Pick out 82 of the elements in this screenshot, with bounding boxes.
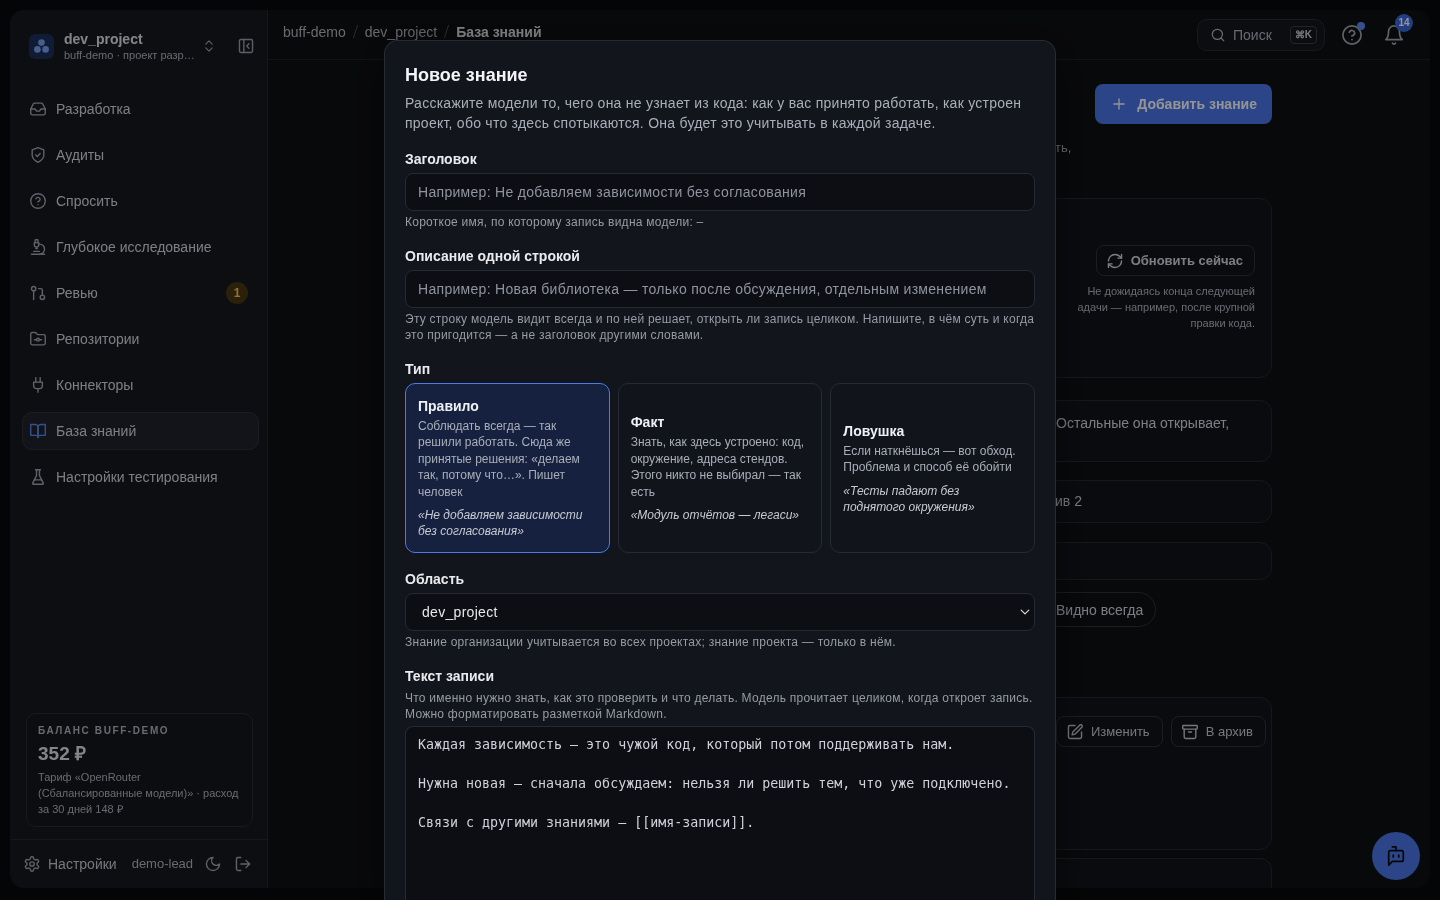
modal-title: Новое знание	[405, 64, 529, 87]
shortcut-key: ⌘K	[1289, 25, 1317, 44]
help-text: Не дожидаясь конца следующей адачи — например, после крупной правки кода.	[1077, 284, 1255, 331]
field-hint: Знание организации учитывается во всех проектах; знание проекта — только в нём.	[405, 634, 897, 650]
inbox-icon	[30, 101, 46, 117]
bell-icon[interactable]	[1384, 24, 1404, 45]
logo-icon[interactable]	[29, 33, 54, 59]
add-knowledge-button[interactable]: Добавить знание	[1095, 84, 1272, 124]
edit-button[interactable]: Изменить	[1056, 716, 1163, 747]
nav-item[interactable]: Разработка	[22, 90, 259, 128]
card-text: Остальные она открывает,	[1056, 414, 1230, 433]
field-label: Описание одной строкой	[405, 247, 580, 266]
archive-icon	[1181, 723, 1198, 740]
gear-icon	[24, 856, 40, 872]
field-label: Заголовок	[405, 150, 477, 169]
breadcrumb-item[interactable]: buff-demo	[283, 23, 346, 40]
project-name[interactable]: dev_project	[64, 30, 192, 48]
balance-title: БАЛАНС BUFF-DEMO	[38, 724, 171, 738]
pen-icon	[1067, 723, 1083, 740]
flask-icon	[30, 469, 46, 485]
nav-item[interactable]: Настройки тестирования	[22, 458, 259, 496]
option-example: «Не добавляем зависимости без согласования»	[418, 507, 584, 540]
option-description: Если наткнёшься — вот обход. Проблема и способ её обойти	[843, 442, 1017, 476]
nav-item[interactable]: Репозитории	[22, 320, 259, 358]
chat-bot-icon	[1386, 846, 1406, 866]
book-icon	[30, 423, 46, 439]
nav-item[interactable]: Коннекторы	[22, 366, 259, 404]
modal-description: Расскажите модели то, чего она не узнает из кода: как у вас принято работать, как устроен проект, обо что здесь спотыкаются. Она будет это учитывать в каждой задаче.	[405, 94, 1023, 133]
refresh-button[interactable]: Обновить сейчас	[1095, 245, 1255, 276]
breadcrumb-item: База знаний	[456, 23, 542, 40]
option-title: Факт	[630, 413, 666, 431]
nav-item[interactable]: Глубокое исследование	[22, 228, 259, 266]
description-text: ть,	[1055, 139, 1072, 157]
nav-item[interactable]: Аудиты	[22, 136, 259, 174]
text-area[interactable]: Каждая зависимость — это чужой код, который потом поддерживать нам. Нужна новая — сначала обсуждаем: нельзя ли решить тем, что уже подключено. Связи с другими знаниями — [[имя-записи]].	[405, 726, 1035, 900]
shield-icon	[30, 147, 46, 163]
text-input[interactable]: Например: Не добавляем зависимости без согласования	[405, 173, 1035, 211]
option-title: Правило	[418, 396, 480, 415]
search-button[interactable]: Поиск ⌘K	[1197, 18, 1325, 51]
archive-button[interactable]: В архив	[1170, 716, 1266, 747]
type-option[interactable]: Факт Знать, как здесь устроено: код, окружение, адреса стендов. Этого никто не выбирал — так есть «Модуль отчётов — легаси»	[617, 383, 823, 553]
nav-item[interactable]: Ревью 1	[22, 274, 259, 312]
field-hint: Что именно нужно знать, как это проверить и что делать. Модель прочитает целиком, когда откроет запись. Можно форматировать разметкой Markdown.	[405, 690, 1034, 722]
refresh-icon	[1106, 252, 1123, 269]
option-example: «Тесты падают без поднятого окружения»	[843, 482, 976, 515]
plus-icon	[1111, 96, 1128, 112]
help-icon[interactable]	[1342, 24, 1362, 45]
option-description: Соблюдать всегда — так решили работать. Сюда же принятые решения: «делаем так, потому что…». Пишет человек	[418, 417, 581, 501]
notification-badge: 14	[1395, 13, 1413, 32]
option-title: Ловушка	[843, 421, 906, 440]
type-option[interactable]: Правило Соблюдать всегда — так решили работать. Сюда же принятые решения: «делаем так, потому что…». Пишет человек «Не добавляем зависимости без согласования»	[405, 383, 610, 553]
pull-request-icon	[30, 285, 46, 301]
logout-icon[interactable]	[235, 856, 251, 872]
count-badge: 1	[226, 282, 248, 304]
search-icon	[1211, 27, 1225, 42]
microscope-icon	[30, 239, 46, 255]
field-hint: Эту строку модель видит всегда и по ней решает, открыть ли запись целиком. Напишите, в чём суть и когда это пригодится — а не заголовок другими словами.	[405, 311, 1035, 343]
card-text: ив 2	[1055, 492, 1082, 511]
settings-button[interactable]: Настройки	[24, 854, 117, 874]
folder-icon	[30, 331, 46, 347]
moon-icon[interactable]	[205, 856, 221, 872]
text-input[interactable]: Например: Новая библиотека — только после обсуждения, отдельным изменением	[405, 270, 1035, 308]
balance-note: Тариф «OpenRouter (Сбалансированные модели)» · расход за 30 дней 148 ₽	[38, 770, 240, 817]
nav-item[interactable]: База знаний	[22, 412, 259, 450]
nav-item[interactable]: Спросить	[22, 182, 259, 220]
user-name: demo-lead	[131, 855, 194, 873]
scope-select[interactable]: dev_project	[405, 593, 1035, 631]
chevrons-up-down-icon[interactable]	[202, 39, 216, 53]
type-option[interactable]: Ловушка Если наткнёшься — вот обход. Проблема и способ её обойти «Тесты падают без поднятого окружения»	[830, 383, 1035, 553]
chat-button[interactable]	[1372, 832, 1420, 880]
option-description: Знать, как здесь устроено: код, окружение, адреса стендов. Этого никто не выбирал — так есть	[630, 434, 806, 500]
field-hint: Короткое имя, по которому запись видна модели: –	[405, 214, 705, 230]
project-subtitle: buff-demo · проект разр…	[64, 48, 192, 62]
option-example: «Модуль отчётов — легаси»	[630, 507, 801, 523]
field-label: Текст записи	[405, 667, 494, 686]
field-label: Тип	[405, 360, 431, 379]
question-circle-icon	[30, 193, 46, 209]
plug-icon	[30, 377, 46, 393]
balance-amount: 352 ₽	[38, 742, 87, 766]
panel-icon[interactable]	[238, 38, 254, 54]
breadcrumb-item[interactable]: dev_project	[364, 23, 438, 40]
field-label: Область	[405, 570, 465, 589]
